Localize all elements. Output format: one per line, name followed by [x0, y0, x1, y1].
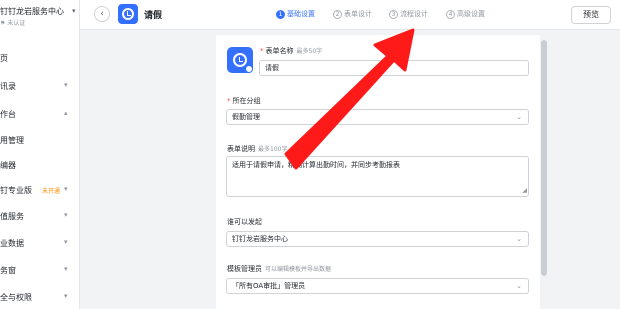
chevron-down-icon: ▾	[64, 211, 68, 219]
sidebar-item-label: 钉钉专业版	[0, 186, 32, 195]
chevron-down-icon: ▾	[64, 238, 68, 246]
sidebar-item-label: 用管理	[0, 136, 24, 145]
clock-icon	[118, 4, 138, 24]
label-text: 所在分组	[232, 97, 261, 105]
sidebar-item-label: 页	[0, 54, 8, 63]
org-name: 钉钉龙岩服务中心	[0, 7, 64, 16]
tab-basic-settings[interactable]: 1 基础设置	[276, 9, 315, 19]
sidebar: 钉钉龙岩服务中心 ▾ ⚑ 未认证 页 讯录 ▾ 作台 ▴ 用管理 编器 钉钉专业…	[0, 0, 80, 309]
form-icon-picker[interactable]	[227, 47, 253, 73]
field-hint: 最多100字	[258, 146, 288, 153]
sidebar-item-service-window[interactable]: 务窗 ▾	[0, 265, 80, 279]
group-label: * 所在分组	[227, 97, 261, 105]
sidebar-item-value-services[interactable]: 值服务 ▾	[0, 211, 80, 225]
initiator-select[interactable]: 钉钉龙岩服务中心 ⌄	[226, 231, 529, 247]
textarea-value: 适用于请假申请，精确计算出勤时间，并同步考勤报表	[232, 161, 400, 169]
sidebar-item-label: 值服务	[0, 212, 24, 221]
chevron-up-icon: ▴	[64, 109, 68, 117]
header-bar: ‹ 请假 1 基础设置 2 表单设计 3 流程设计 4 高级设置 预览	[80, 0, 620, 30]
chevron-down-icon: ▾	[64, 185, 68, 193]
description-textarea[interactable]: 适用于请假申请，精确计算出勤时间，并同步考勤报表 ◢	[226, 156, 529, 197]
org-switcher[interactable]: 钉钉龙岩服务中心 ▾ ⚑ 未认证	[0, 6, 80, 28]
select-value: 假勤管理	[232, 113, 260, 121]
select-value: 钉钉龙岩服务中心	[232, 235, 288, 243]
label-text: 谁可以发起	[227, 218, 262, 226]
sidebar-item-editor[interactable]: 编器	[0, 160, 80, 174]
form-name-input[interactable]: 请假	[259, 60, 529, 76]
form-name-label: * 表单名称 最多50字	[260, 47, 323, 55]
chevron-down-icon: ▾	[64, 81, 68, 89]
tab-label: 基础设置	[287, 10, 315, 18]
sidebar-item-contacts[interactable]: 讯录 ▾	[0, 81, 80, 95]
scrollbar[interactable]	[541, 40, 547, 276]
sidebar-item-home[interactable]: 页	[0, 53, 80, 67]
tab-process-design[interactable]: 3 流程设计	[389, 9, 428, 19]
page-title: 请假	[144, 11, 163, 21]
sidebar-item-label: 编器	[0, 161, 16, 170]
sidebar-item-label: 讯录	[0, 82, 16, 91]
preview-button[interactable]: 预览	[571, 6, 611, 24]
resize-handle-icon[interactable]: ◢	[522, 186, 527, 196]
description-label: 表单说明 最多100字	[227, 144, 287, 154]
chevron-left-icon: ‹	[100, 9, 104, 19]
field-hint: 可以编辑模板并导出数据	[265, 266, 332, 273]
sidebar-item-pro[interactable]: 钉钉专业版 未开通 ▾	[0, 185, 80, 199]
step-number: 2	[333, 10, 342, 19]
sidebar-item-label: 务窗	[0, 266, 16, 275]
sidebar-item-security[interactable]: 全与权限 ▾	[0, 292, 80, 306]
tab-label: 高级设置	[457, 10, 485, 18]
admin-label: 模板管理员 可以编辑模板并导出数据	[227, 264, 331, 274]
tab-form-design[interactable]: 2 表单设计	[333, 9, 372, 19]
chevron-down-icon: ▾	[64, 265, 68, 273]
step-number: 4	[446, 10, 455, 19]
org-status: ⚑ 未认证	[0, 20, 26, 27]
edit-icon	[245, 65, 253, 73]
tab-advanced-settings[interactable]: 4 高级设置	[446, 9, 485, 19]
field-hint: 最多50字	[296, 48, 323, 55]
chevron-down-icon: ⌄	[516, 113, 522, 121]
chevron-down-icon: ▾	[72, 7, 76, 15]
status-badge: 未开通	[42, 188, 61, 195]
label-text: 模板管理员	[227, 265, 262, 273]
chevron-down-icon: ⌄	[516, 282, 522, 290]
initiator-label: 谁可以发起	[227, 217, 262, 227]
label-text: 表单说明	[227, 145, 255, 153]
sidebar-item-workbench[interactable]: 作台 ▴	[0, 109, 80, 123]
back-button[interactable]: ‹	[94, 6, 110, 22]
tab-label: 流程设计	[400, 10, 428, 18]
sidebar-item-enterprise-data[interactable]: 业数据 ▾	[0, 238, 80, 252]
sidebar-item-label: 全与权限	[0, 293, 32, 302]
step-number: 3	[389, 10, 398, 19]
clock-icon	[233, 53, 247, 67]
tab-label: 表单设计	[344, 10, 372, 18]
sidebar-item-app-management[interactable]: 用管理	[0, 135, 80, 149]
sidebar-item-label: 作台	[0, 110, 16, 119]
sidebar-item-label: 业数据	[0, 239, 24, 248]
select-value: 「所有OA审批」管理员	[232, 282, 306, 290]
label-text: 表单名称	[265, 47, 294, 55]
group-select[interactable]: 假勤管理 ⌄	[226, 109, 529, 125]
step-number: 1	[276, 10, 285, 19]
chevron-down-icon: ⌄	[516, 235, 522, 243]
chevron-down-icon: ▾	[64, 292, 68, 300]
admin-select[interactable]: 「所有OA审批」管理员 ⌄	[226, 278, 529, 294]
input-value: 请假	[265, 64, 279, 72]
